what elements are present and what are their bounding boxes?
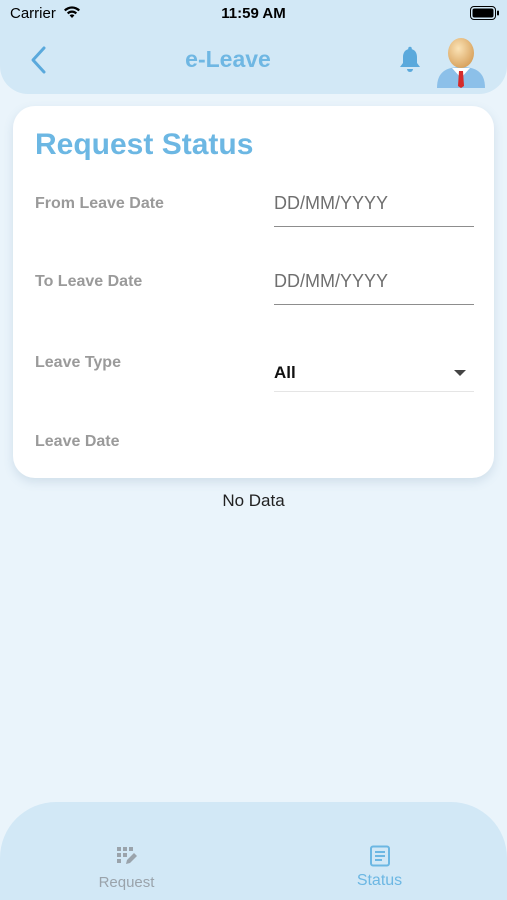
- status-bar: Carrier 11:59 AM: [0, 0, 507, 28]
- leave-date-label: Leave Date: [35, 433, 120, 450]
- tab-request-label: Request: [98, 874, 155, 891]
- card-title: Request Status: [35, 128, 254, 161]
- to-leave-date-label: To Leave Date: [35, 273, 143, 290]
- edit-grid-icon: [115, 844, 139, 868]
- caret-down-icon: [454, 370, 466, 376]
- bottom-tab-bar: Request Status: [0, 802, 507, 900]
- tab-status[interactable]: Status: [253, 802, 506, 900]
- leave-type-label: Leave Type: [35, 354, 121, 371]
- leave-type-select[interactable]: All: [274, 356, 474, 392]
- bell-icon: [400, 46, 420, 72]
- request-status-card: Request Status From Leave Date To Leave …: [13, 106, 494, 478]
- avatar[interactable]: [434, 34, 488, 88]
- tab-status-label: Status: [356, 872, 403, 889]
- notifications-button[interactable]: [397, 46, 423, 74]
- page-title: e-Leave: [185, 46, 271, 72]
- battery-icon: [470, 6, 500, 25]
- from-leave-date-input[interactable]: [274, 181, 474, 227]
- document-list-icon: [368, 844, 392, 868]
- leave-type-value: All: [274, 363, 296, 382]
- empty-state-text: No Data: [222, 491, 285, 510]
- from-leave-date-label: From Leave Date: [35, 195, 164, 212]
- clock-label: 11:59 AM: [221, 5, 286, 22]
- app-header: Carrier 11:59 AM e-Leave: [0, 0, 507, 94]
- to-leave-date-input[interactable]: [274, 259, 474, 305]
- tab-request[interactable]: Request: [0, 802, 253, 900]
- user-avatar-icon: [437, 38, 485, 88]
